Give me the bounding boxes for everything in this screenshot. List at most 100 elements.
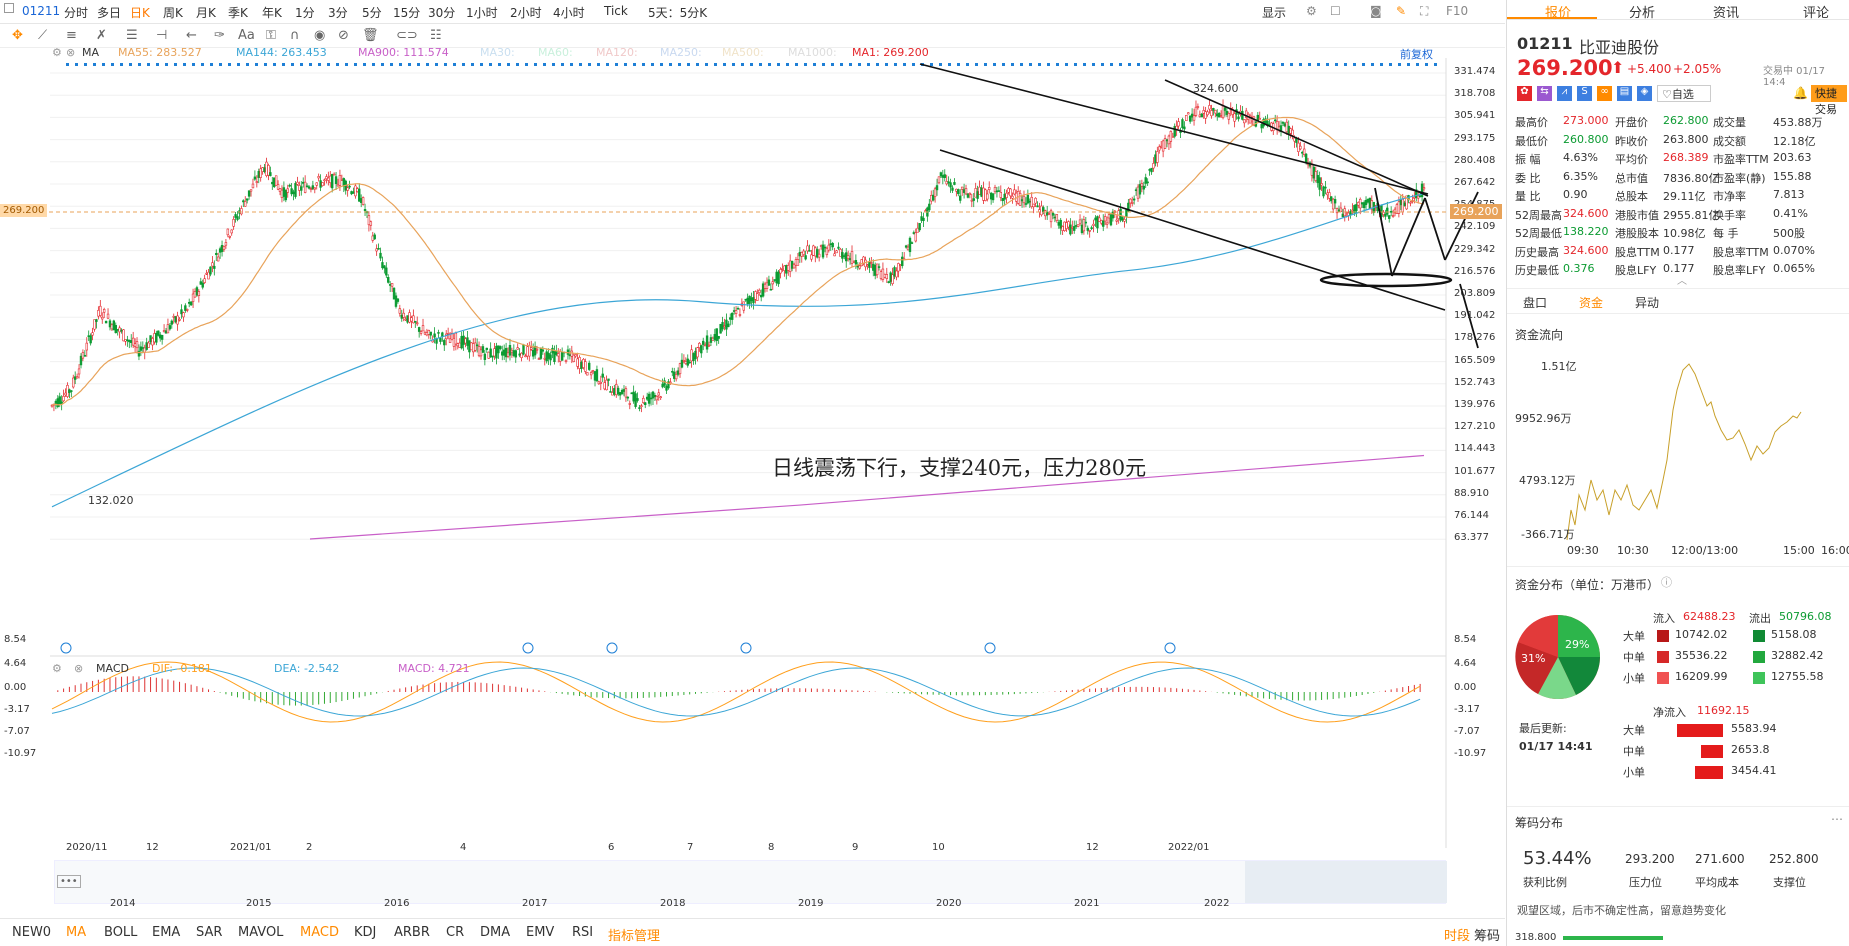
timeshare-toggle[interactable]: 时段 [1444, 925, 1470, 944]
list-icon[interactable]: ☷ [430, 28, 442, 43]
ind-cr[interactable]: CR [446, 925, 464, 940]
line-tool-icon[interactable]: ⟋ [38, 28, 47, 43]
macd-close-icon[interactable]: ⊗ [74, 662, 83, 675]
candle-body [114, 324, 117, 334]
trendline [1164, 79, 1429, 197]
add-watchlist-button[interactable]: ♡自选 [1657, 85, 1711, 102]
collapse-chevron-icon[interactable]: ︿ [1677, 272, 1687, 287]
chips-toggle[interactable]: 筹码 [1474, 925, 1500, 944]
settings-gear-icon[interactable]: ⚙ [1306, 4, 1317, 18]
display-menu[interactable]: 显示 [1262, 4, 1286, 21]
draw-pen-icon[interactable]: ✎ [1396, 4, 1406, 18]
ind-sar[interactable]: SAR [196, 925, 222, 940]
help-icon[interactable]: ⓘ [1661, 574, 1672, 590]
measure-tool-icon[interactable]: ⊣ [156, 28, 167, 43]
window-icon[interactable]: ☐ [1330, 4, 1341, 18]
period-monthly[interactable]: 月K [196, 4, 216, 21]
magnet-icon[interactable]: ∩ [290, 28, 300, 43]
fib-tool-icon[interactable]: ☰ [126, 28, 138, 43]
period-15min[interactable]: 15分 [393, 4, 420, 21]
period-yearly[interactable]: 年K [262, 4, 282, 21]
candle-body [502, 349, 506, 356]
period-multiday[interactable]: 多日 [97, 4, 121, 21]
ind-rsi[interactable]: RSI [572, 925, 593, 940]
link-icon[interactable]: ⊂⊃ [396, 28, 418, 43]
quick-trade-button[interactable]: 快捷交易 [1811, 85, 1847, 116]
text-tool-icon[interactable]: Aa [238, 28, 255, 43]
ind-arbr[interactable]: ARBR [394, 925, 430, 940]
candle-body [182, 312, 185, 318]
lock-icon[interactable]: ⚿ [266, 28, 276, 43]
ind-mavol[interactable]: MAVOL [238, 925, 283, 940]
navigator-window[interactable] [1245, 861, 1447, 903]
ind-ma[interactable]: MA [66, 925, 86, 940]
ind-macd[interactable]: MACD [300, 925, 339, 940]
trash-icon[interactable]: 🗑 [362, 28, 379, 43]
pattern-tool-icon[interactable]: ✗ [96, 28, 107, 43]
s-icon[interactable]: S [1577, 86, 1592, 101]
period-1hour[interactable]: 1小时 [466, 4, 498, 21]
period-1min[interactable]: 1分 [295, 4, 315, 21]
candlestick-chart-area[interactable]: ⚙ ⊗ MA MA55: 283.527 MA144: 263.453 MA90… [0, 46, 1505, 909]
layout-icon[interactable] [4, 3, 14, 13]
stock-code-tab[interactable]: 01211 [22, 4, 60, 18]
tab-analysis[interactable]: 分析 [1629, 2, 1655, 21]
period-timeshare[interactable]: 分时 [64, 4, 88, 21]
period-3min[interactable]: 3分 [328, 4, 348, 21]
ind-manage[interactable]: 指标管理 [608, 925, 660, 944]
brush-tool-icon[interactable]: ✑ [214, 28, 225, 43]
navigator-handle-icon[interactable]: ••• [57, 875, 81, 888]
ind-kdj[interactable]: KDJ [354, 925, 376, 940]
candle-body [559, 351, 562, 362]
price-axis-label: 280.408 [1454, 154, 1496, 166]
subtab-funds[interactable]: 资金 [1579, 294, 1603, 311]
period-tick[interactable]: Tick [604, 4, 628, 18]
tab-news[interactable]: 资讯 [1713, 2, 1739, 21]
period-5min[interactable]: 5分 [362, 4, 382, 21]
event-dot [66, 63, 69, 66]
candle-body [72, 377, 75, 388]
event-dot [255, 63, 258, 66]
period-4hour[interactable]: 4小时 [553, 4, 585, 21]
ind-boll[interactable]: BOLL [104, 925, 137, 940]
fullscreen-icon[interactable]: ⛶ [1420, 4, 1428, 19]
candle-body [823, 246, 827, 249]
candle-body [81, 352, 85, 359]
subtab-anomaly[interactable]: 异动 [1635, 294, 1659, 311]
crosshair-icon[interactable]: ✥ [12, 28, 23, 43]
ai-icon[interactable]: ◈ [1637, 86, 1652, 101]
connect-icon[interactable]: ⇆ [1537, 86, 1552, 101]
hk-flag-icon[interactable]: ✿ [1517, 86, 1532, 101]
period-2hour[interactable]: 2小时 [510, 4, 542, 21]
candle-body [1159, 145, 1163, 148]
quote-label: 股息LFY [1615, 264, 1657, 277]
period-weekly[interactable]: 周K [163, 4, 183, 21]
ind-new0[interactable]: NEW0 [12, 925, 51, 940]
hide-icon[interactable]: ⊘ [338, 28, 349, 43]
period-30min[interactable]: 30分 [428, 4, 455, 21]
period-daily[interactable]: 日K [130, 4, 150, 21]
ind-emv[interactable]: EMV [526, 925, 554, 940]
period-5day-5min[interactable]: 5天：5分K [648, 4, 707, 21]
arrow-tool-icon[interactable]: ← [186, 28, 197, 43]
event-dot [1398, 63, 1401, 66]
macd-axis-label-left: 8.54 [4, 634, 27, 645]
ind-dma[interactable]: DMA [480, 925, 510, 940]
subtab-orderbook[interactable]: 盘口 [1523, 294, 1547, 311]
camera-icon[interactable]: ◙ [1370, 4, 1382, 18]
chip-note: 观望区域，后市不确定性高，留意趋势变化 [1517, 904, 1726, 917]
f10-button[interactable]: F10 [1446, 4, 1468, 18]
ind-ema[interactable]: EMA [152, 925, 180, 940]
bell-icon[interactable]: 🔔 [1793, 86, 1808, 100]
link-icon[interactable]: ∞ [1597, 86, 1612, 101]
eye-icon[interactable]: ◉ [314, 28, 325, 43]
lines-tool-icon[interactable]: ≡ [66, 28, 77, 43]
tab-comments[interactable]: 评论 [1803, 2, 1829, 21]
chart-icon[interactable]: ⩘ [1557, 86, 1572, 101]
macd-name[interactable]: MACD [96, 662, 129, 675]
period-quarterly[interactable]: 季K [228, 4, 248, 21]
doc-icon[interactable]: ▤ [1617, 86, 1632, 101]
divider [1507, 566, 1849, 567]
macd-settings-icon[interactable]: ⚙ [52, 662, 62, 675]
more-options-icon[interactable]: ⋯ [1831, 812, 1843, 826]
